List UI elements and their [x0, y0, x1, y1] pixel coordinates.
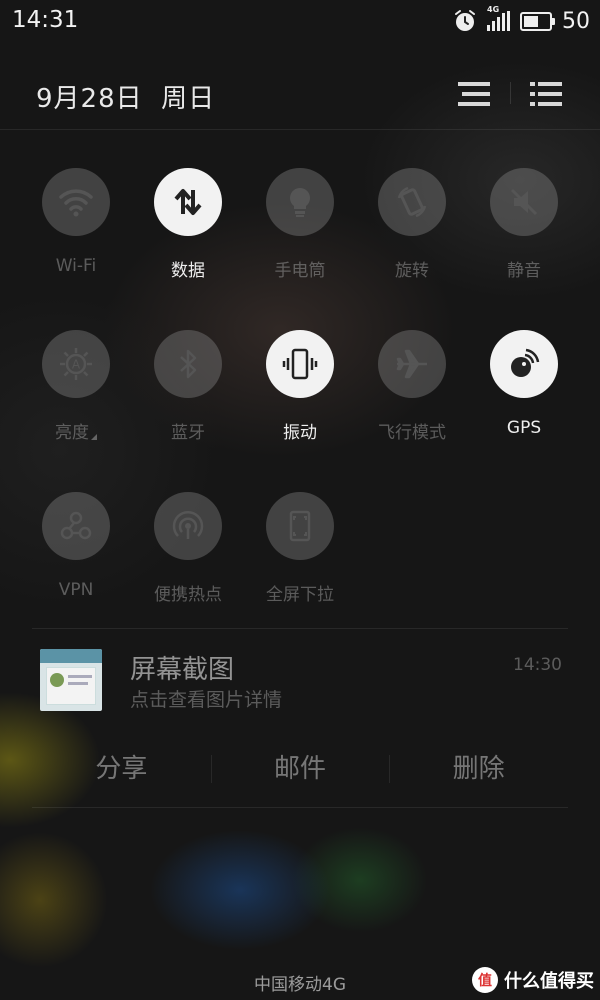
notification-actions: 分享 邮件 删除	[32, 741, 568, 797]
toggle-wifi-button[interactable]	[42, 168, 110, 236]
toggle-hotspot[interactable]: 便携热点	[132, 454, 244, 605]
vpn-icon	[60, 511, 92, 540]
battery-level: 50	[562, 8, 590, 34]
battery-icon	[520, 11, 555, 31]
bluetooth-icon	[180, 349, 197, 379]
toggle-vibrate[interactable]: 振动	[244, 292, 356, 443]
toggle-label: 振动	[283, 423, 317, 443]
brightness-icon: A	[60, 348, 92, 380]
toggle-gps-button[interactable]	[490, 330, 558, 398]
notification-subtitle: 点击查看图片详情	[130, 689, 283, 711]
watermark-text: 什么值得买	[504, 971, 594, 992]
toggle-flashlight-button[interactable]	[266, 168, 334, 236]
toggle-fullscreen-pulldown[interactable]: 全屏下拉	[244, 454, 356, 605]
toggle-rotate-button[interactable]	[378, 168, 446, 236]
toggle-label: GPS	[506, 418, 542, 438]
toggle-data-button[interactable]	[154, 168, 222, 236]
toggle-label: 蓝牙	[171, 423, 205, 443]
notification-time: 14:30	[513, 655, 562, 675]
screenshot-notification[interactable]: 屏幕截图 点击查看图片详情 14:30 分享 邮件 删除	[32, 628, 568, 808]
weekday-text: 周日	[161, 84, 216, 114]
delete-button[interactable]: 删除	[389, 741, 568, 797]
airplane-icon	[396, 349, 427, 379]
toggle-bluetooth-button[interactable]	[154, 330, 222, 398]
toggle-brightness[interactable]: A 亮度	[20, 292, 132, 443]
fullscreen-pulldown-icon	[289, 510, 311, 542]
signal-icon: 4G	[487, 5, 510, 31]
flashlight-icon	[290, 188, 310, 217]
notification-title: 屏幕截图	[130, 655, 235, 685]
toggle-label: Wi-Fi	[55, 256, 97, 276]
toggle-label: VPN	[58, 580, 94, 600]
toggle-wifi[interactable]: Wi-Fi	[20, 130, 132, 280]
wifi-icon	[59, 189, 93, 217]
toggle-brightness-button[interactable]: A	[42, 330, 110, 398]
toggle-mute[interactable]: 静音	[468, 130, 580, 281]
toggle-mute-button[interactable]	[490, 168, 558, 236]
date-display: 9月28日 周日	[36, 78, 215, 115]
svg-text:A: A	[72, 358, 81, 372]
settings-list-icon[interactable]	[528, 78, 564, 110]
toggle-fullscreen-pulldown-button[interactable]	[266, 492, 334, 560]
toggle-label: 旋转	[395, 261, 429, 281]
toggle-label-wrap: 亮度	[20, 418, 132, 443]
toggle-label: 便携热点	[154, 585, 222, 605]
hotspot-icon	[172, 510, 204, 539]
toggle-gps[interactable]: GPS	[468, 292, 580, 442]
toggle-data[interactable]: 数据	[132, 130, 244, 281]
status-time: 14:31	[12, 7, 79, 33]
toggle-label: 数据	[171, 261, 205, 281]
screenshot-thumbnail	[40, 649, 102, 711]
watermark-logo-icon: 值	[472, 967, 498, 993]
notification-list-icon[interactable]	[456, 78, 492, 110]
toggle-label: 静音	[507, 261, 541, 281]
toggle-bluetooth[interactable]: 蓝牙	[132, 292, 244, 443]
toggle-vpn[interactable]: VPN	[20, 454, 132, 604]
share-button[interactable]: 分享	[32, 741, 211, 797]
toggle-rotate[interactable]: 旋转	[356, 130, 468, 281]
toggle-vibrate-button[interactable]	[266, 330, 334, 398]
status-icons: 4G 50	[453, 5, 590, 36]
date-text: 9月28日	[36, 84, 143, 114]
shade-header: 9月28日 周日	[0, 60, 600, 130]
rotate-icon	[397, 186, 427, 218]
watermark: 值 什么值得买	[472, 966, 594, 994]
data-transfer-icon	[174, 189, 202, 215]
alarm-icon	[455, 10, 475, 31]
toggle-flashlight[interactable]: 手电筒	[244, 130, 356, 281]
vibrate-icon	[282, 348, 318, 380]
toggle-hotspot-button[interactable]	[154, 492, 222, 560]
header-divider	[510, 82, 511, 104]
toggle-airplane[interactable]: 飞行模式	[356, 292, 468, 443]
expand-triangle-icon[interactable]	[91, 434, 97, 440]
toggle-airplane-button[interactable]	[378, 330, 446, 398]
toggle-vpn-button[interactable]	[42, 492, 110, 560]
status-bar: 14:31 4G 50	[0, 0, 600, 42]
gps-icon	[511, 348, 540, 377]
toggle-label: 飞行模式	[378, 423, 446, 443]
mute-icon	[510, 188, 538, 216]
network-type: 4G	[487, 5, 500, 14]
email-button[interactable]: 邮件	[210, 741, 390, 797]
toggle-label: 亮度	[55, 423, 89, 443]
toggle-label: 全屏下拉	[266, 585, 334, 605]
toggle-label: 手电筒	[274, 261, 326, 281]
